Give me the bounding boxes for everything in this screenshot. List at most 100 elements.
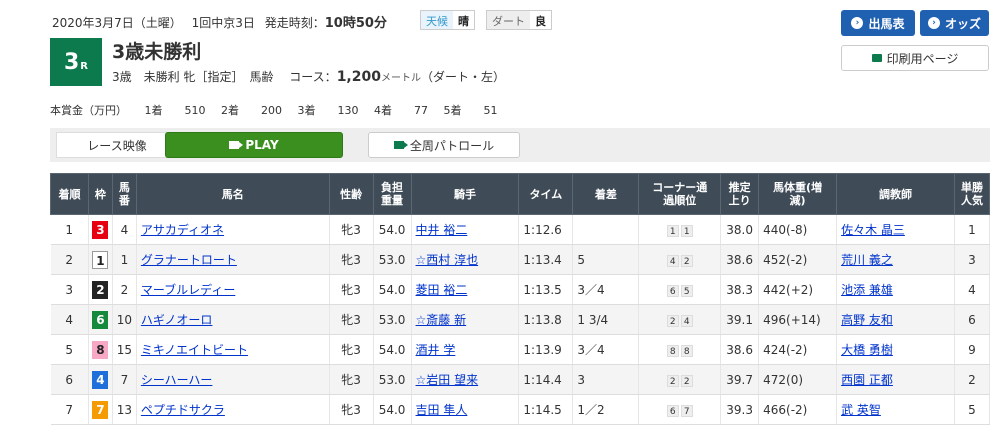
cell-horse-name: グラナートロート	[136, 244, 330, 275]
race-date: 2020年3月7日（土曜）	[52, 16, 182, 30]
horse-link[interactable]: マーブルレディー	[141, 283, 235, 297]
race-conditions: 3歳 未勝利 牝［指定］ 馬齢 コース：1,200メートル（ダート・左）	[112, 68, 505, 85]
cell-horse-name: ハギノオーロ	[136, 304, 330, 335]
cell-horse-name: シーハーハー	[136, 364, 330, 395]
col-rank[interactable]: 着順	[50, 173, 89, 215]
trainer-link[interactable]: 西園 正都	[841, 373, 893, 387]
cell-rank: 5	[50, 334, 89, 365]
corner-pos: 2	[680, 374, 693, 387]
col-popularity[interactable]: 単勝人気	[953, 173, 991, 215]
trainer-link[interactable]: 佐々木 晶三	[841, 223, 905, 237]
cell-corner: 42	[638, 244, 722, 275]
waku-badge: 2	[92, 280, 109, 299]
waku-badge: 8	[92, 340, 109, 359]
col-horse-name[interactable]: 馬名	[135, 173, 330, 215]
cell-sex-age: 牝3	[329, 274, 374, 305]
cell-weight: 53.0	[373, 304, 412, 335]
body-weight-diff: (-8)	[786, 222, 808, 237]
trainer-link[interactable]: 池添 兼雄	[841, 283, 893, 297]
cell-sex-age: 牝3	[329, 214, 374, 245]
cell-corner: 22	[638, 364, 722, 395]
cell-waku: 3	[88, 214, 113, 245]
jockey-link[interactable]: ☆西村 淳也	[416, 253, 479, 267]
trainer-link[interactable]: 荒川 義之	[841, 253, 893, 267]
col-time[interactable]: タイム	[518, 173, 574, 215]
patrol-button[interactable]: 全周パトロール	[368, 132, 520, 158]
jockey-link[interactable]: ☆岩田 望来	[416, 373, 479, 387]
col-corner[interactable]: コーナー通過順位	[638, 173, 722, 215]
col-horse-number[interactable]: 馬番	[111, 173, 137, 215]
odds-button[interactable]: › オッズ	[920, 10, 989, 36]
trainer-link[interactable]: 高野 友和	[841, 313, 893, 327]
play-button[interactable]: PLAY	[165, 132, 343, 158]
cell-rank: 4	[50, 304, 89, 335]
cell-sex-age: 牝3	[329, 364, 374, 395]
cell-jockey: ☆斎藤 新	[411, 304, 520, 335]
horse-link[interactable]: ペプチドサクラ	[141, 403, 225, 417]
cell-waku: 4	[88, 364, 113, 395]
cell-sex-age: 牝3	[329, 304, 374, 335]
cell-time: 1:13.9	[518, 334, 574, 365]
horse-link[interactable]: ミキノエイトビート	[141, 343, 248, 357]
print-button[interactable]: 印刷用ページ	[841, 45, 989, 71]
col-trainer[interactable]: 調教師	[836, 173, 955, 215]
cell-jockey: ☆西村 淳也	[411, 244, 520, 275]
cell-waku: 6	[88, 304, 113, 335]
odds-button-label: オッズ	[944, 16, 981, 31]
cell-last-3f: 39.3	[720, 394, 760, 425]
corner-pos: 6	[666, 284, 679, 297]
table-row: 6 4 7 シーハーハー 牝3 53.0 ☆岩田 望来 1:14.4 3 2 2 39.7 472(0)…	[50, 364, 991, 395]
horse-link[interactable]: ハギノオーロ	[141, 313, 213, 327]
col-sex-age[interactable]: 性齢	[328, 173, 374, 215]
corner-positions: 42	[666, 253, 694, 267]
corner-positions: 24	[666, 313, 694, 327]
cell-horse-name: ミキノエイトビート	[136, 334, 330, 365]
jockey-link[interactable]: 酒井 学	[416, 343, 456, 357]
corner-pos: 1	[680, 224, 693, 237]
cell-weight: 53.0	[373, 244, 412, 275]
cell-popularity: 5	[954, 394, 991, 425]
prize-amount: 510	[184, 104, 206, 117]
corner-pos: 8	[680, 344, 693, 357]
trainer-link[interactable]: 武 英智	[841, 403, 881, 417]
col-jockey[interactable]: 騎手	[410, 173, 520, 215]
table-row: 7 7 13 ペプチドサクラ 牝3 54.0 吉田 隼人 1:14.5 1／2 6 7 39.3 466…	[50, 394, 991, 425]
col-last-3f[interactable]: 推定上り	[720, 173, 760, 215]
horse-link[interactable]: シーハーハー	[141, 373, 213, 387]
cell-sex-age: 牝3	[329, 334, 374, 365]
weather-badge: 天候 晴	[420, 10, 475, 30]
jockey-link[interactable]: 中井 裕二	[416, 223, 468, 237]
table-row: 3 2 2 マーブルレディー 牝3 54.0 菱田 裕二 1:13.5 3／4 6 5 38.3 442…	[50, 274, 991, 305]
cell-weight: 54.0	[373, 214, 412, 245]
table-header-row: 着順 枠 馬番 馬名 性齢 負担重量 騎手 タイム 着差 コーナー通過順位 推定…	[50, 173, 991, 215]
jockey-link[interactable]: ☆斎藤 新	[416, 313, 467, 327]
jockey-link[interactable]: 吉田 隼人	[416, 403, 468, 417]
jockey-link[interactable]: 菱田 裕二	[416, 283, 468, 297]
trainer-link[interactable]: 大橋 勇樹	[841, 343, 893, 357]
cell-trainer: 荒川 義之	[836, 244, 955, 275]
cell-last-3f: 39.7	[720, 364, 760, 395]
cell-horse-number: 1	[112, 244, 137, 275]
cell-rank: 7	[50, 394, 89, 425]
entries-button[interactable]: › 出馬表	[841, 10, 915, 36]
col-waku[interactable]: 枠	[87, 173, 113, 215]
cell-popularity: 6	[954, 304, 991, 335]
body-weight: 452	[763, 252, 787, 267]
cell-jockey: 中井 裕二	[411, 214, 520, 245]
col-margin[interactable]: 着差	[572, 173, 640, 215]
printer-icon	[871, 54, 882, 62]
cell-waku: 8	[88, 334, 113, 365]
col-body-weight[interactable]: 馬体重(増減)	[758, 173, 838, 215]
corner-pos: 4	[666, 254, 679, 267]
corner-pos: 4	[680, 314, 693, 327]
cell-horse-number: 7	[112, 364, 137, 395]
race-meta: 2020年3月7日（土曜） 1回中京3日 発走時刻：10時50分	[52, 12, 393, 31]
table-row: 1 3 4 アサカディオネ 牝3 54.0 中井 裕二 1:12.6 1 1 38.0 440(-8)…	[50, 214, 991, 245]
horse-link[interactable]: アサカディオネ	[141, 223, 224, 237]
corner-positions: 65	[666, 283, 694, 297]
horse-link[interactable]: グラナートロート	[141, 253, 237, 267]
col-weight[interactable]: 負担重量	[372, 173, 412, 215]
cell-body-weight: 472(0)	[758, 364, 838, 395]
cell-weight: 54.0	[373, 394, 412, 425]
prize-amount: 51	[483, 104, 498, 117]
